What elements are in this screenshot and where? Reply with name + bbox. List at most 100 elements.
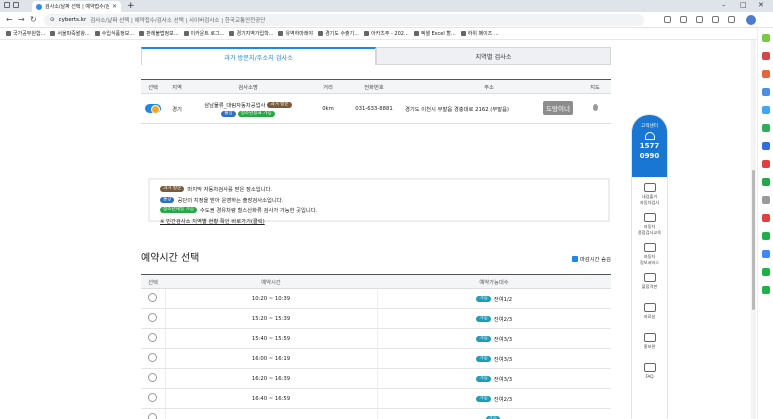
bookmark-label: 경기지역가입학... bbox=[236, 31, 274, 37]
back-icon[interactable]: ← bbox=[6, 15, 13, 24]
tab-actions[interactable] bbox=[4, 2, 22, 10]
bookmark-item[interactable]: 판례불법정보... bbox=[139, 30, 179, 37]
time-row[interactable]: 10:20 ~ 10:39 가능 잔여1/2 bbox=[141, 288, 611, 309]
reload-icon[interactable]: ↻ bbox=[30, 15, 37, 24]
tab-title: 검사소/날짜 선택 | 예약접수/검 bbox=[45, 4, 109, 10]
extension-icon[interactable] bbox=[664, 16, 671, 23]
browser-tab[interactable]: 검사소/날짜 선택 | 예약접수/검 ✕ bbox=[32, 1, 121, 12]
widget-item[interactable]: FAQ bbox=[632, 357, 667, 387]
page-scrollbar[interactable] bbox=[751, 40, 756, 419]
select-toggle[interactable] bbox=[145, 104, 161, 114]
app-icon[interactable] bbox=[762, 52, 770, 60]
time-radio[interactable] bbox=[148, 313, 158, 322]
availability: 가능 잔여3/3 bbox=[476, 375, 512, 383]
bookmark-item[interactable]: 경기도 수출기... bbox=[318, 30, 359, 37]
time-row[interactable]: 16:20 ~ 16:39 가능 잔여3/3 bbox=[141, 368, 611, 389]
bookmark-item[interactable]: 수입식품정보... bbox=[94, 30, 134, 37]
checkbox-checked-icon[interactable] bbox=[572, 256, 578, 262]
bookmark-item[interactable]: 국가공무원합... bbox=[6, 30, 45, 37]
available-badge: 가능 bbox=[476, 375, 491, 382]
app-icon[interactable] bbox=[762, 250, 770, 258]
app-icon[interactable] bbox=[762, 106, 770, 114]
address-bar[interactable]: ⊙ cyberts.kr 검사소/날짜 선택 | 예약접수/검사소 선택 | 사… bbox=[44, 14, 644, 26]
app-icon[interactable] bbox=[762, 142, 770, 150]
close-window-icon[interactable]: ✕ bbox=[758, 1, 764, 9]
app-icon[interactable] bbox=[762, 70, 770, 78]
widget-item[interactable]: 내검출기 자동차검사 bbox=[632, 177, 667, 207]
widget-item[interactable]: 자료실 bbox=[632, 297, 667, 327]
bookmark-icon bbox=[94, 31, 100, 36]
time-row[interactable]: 16:40 ~ 16:59 가능 잔여2/3 bbox=[141, 388, 611, 409]
minimize-icon[interactable]: – bbox=[722, 1, 726, 9]
widget-item-icon bbox=[643, 243, 656, 252]
private-center-link[interactable]: ※ 민간검사소 지역별 현황 확인 바로가기(클릭) bbox=[160, 217, 265, 225]
time-cell: 10:20 ~ 10:39 bbox=[164, 288, 377, 309]
app-icon[interactable] bbox=[762, 268, 770, 276]
app-icon[interactable] bbox=[762, 286, 770, 294]
legend-line: 과거 방문 마지막 자동차검사를 받은 장소입니다. bbox=[160, 184, 598, 195]
time-cell: 16:00 ~ 16:19 bbox=[164, 348, 377, 369]
forward-icon[interactable]: → bbox=[18, 15, 25, 24]
available-badge: 가능 bbox=[476, 295, 491, 302]
bookmark-star-icon[interactable] bbox=[696, 16, 703, 23]
widget-item[interactable]: 자동차 종합검사교육 bbox=[632, 207, 667, 237]
app-icon[interactable] bbox=[762, 88, 770, 96]
bookmark-icon bbox=[278, 31, 284, 36]
time-row[interactable]: 15:40 ~ 15:59 가능 잔여3/3 bbox=[141, 328, 611, 349]
widget-item[interactable]: 불합격판 bbox=[632, 267, 667, 297]
remaining-count: 잔여2/3 bbox=[493, 396, 513, 403]
table-row[interactable]: 경기 삼남물류_대림자동차공업사 과거 방문 출장 청소년용표 가능 0km 0… bbox=[141, 93, 611, 124]
time-radio[interactable] bbox=[148, 373, 158, 382]
available-badge: 가능 bbox=[476, 355, 491, 362]
tab-past-visits[interactable]: 과거 방문지/주소지 검사소 bbox=[141, 47, 376, 65]
widget-item-icon bbox=[643, 303, 656, 312]
past-visit-badge: 과거 방문 bbox=[160, 186, 185, 193]
available-badge: 가능 bbox=[476, 315, 491, 322]
bookmark-icon bbox=[139, 31, 145, 36]
site-info-icon[interactable]: ⊙ bbox=[50, 17, 55, 23]
time-row[interactable]: 15:20 ~ 15:39 가능 잔여2/3 bbox=[141, 308, 611, 329]
time-radio[interactable] bbox=[148, 393, 158, 402]
bookmark-item[interactable]: 엑셀 Excel 할... bbox=[413, 30, 456, 37]
widget-header[interactable]: 고객센터 1577 0990 bbox=[632, 115, 667, 177]
time-radio[interactable] bbox=[148, 293, 158, 302]
new-tab-button[interactable]: + bbox=[127, 1, 135, 11]
tab-close-icon[interactable]: ✕ bbox=[112, 3, 117, 10]
cleaner-badge: 청소년용표 가능 bbox=[237, 110, 275, 117]
bookmark-item[interactable]: 이카운트 로그... bbox=[183, 30, 224, 37]
map-pin-icon[interactable] bbox=[592, 104, 598, 111]
bookmark-item[interactable]: 유역하마래야 bbox=[278, 30, 313, 37]
bookmark-label: 서울파죽왈왕... bbox=[57, 31, 90, 37]
time-radio[interactable] bbox=[148, 353, 158, 362]
bookmark-label: 경기도 수출기... bbox=[325, 31, 360, 37]
bookmark-icon bbox=[318, 31, 324, 36]
extension-icon[interactable] bbox=[680, 16, 687, 23]
app-icon[interactable] bbox=[762, 160, 770, 168]
widget-item[interactable]: 홍보관 bbox=[632, 327, 667, 357]
app-icon[interactable] bbox=[762, 178, 770, 186]
search-icon[interactable] bbox=[762, 34, 770, 42]
time-radio[interactable] bbox=[148, 333, 158, 342]
app-icon[interactable] bbox=[762, 214, 770, 222]
bookmark-item[interactable]: 아카츠주 - 202... bbox=[364, 30, 409, 37]
bookmark-item[interactable]: 경기지역가입학... bbox=[229, 30, 273, 37]
time-row[interactable]: 가능 bbox=[141, 408, 611, 419]
location-button[interactable]: 도망이너 bbox=[543, 101, 573, 115]
downloads-icon[interactable] bbox=[728, 16, 735, 23]
bookmark-label: 하위 페이즈 ... bbox=[467, 31, 499, 37]
widget-item[interactable]: 자동차 정보서비스 bbox=[632, 237, 667, 267]
app-icon[interactable] bbox=[762, 124, 770, 132]
app-icon[interactable] bbox=[762, 196, 770, 204]
tab-by-region[interactable]: 지역별 검사소 bbox=[376, 47, 611, 65]
scrollbar-thumb[interactable] bbox=[752, 170, 755, 310]
extensions-puzzle-icon[interactable] bbox=[712, 16, 719, 23]
profile-avatar[interactable] bbox=[746, 15, 756, 25]
time-radio[interactable] bbox=[148, 413, 158, 419]
bookmark-item[interactable]: 하위 페이즈 ... bbox=[460, 30, 499, 37]
app-icon[interactable] bbox=[762, 232, 770, 240]
col-header: 선택 bbox=[141, 274, 165, 289]
hide-closed-checkbox[interactable]: 마감시간 숨김 bbox=[572, 255, 611, 263]
bookmark-item[interactable]: 서울파죽왈왕... bbox=[50, 30, 90, 37]
time-row[interactable]: 16:00 ~ 16:19 가능 잔여3/3 bbox=[141, 348, 611, 369]
maximize-icon[interactable]: □ bbox=[740, 1, 747, 9]
